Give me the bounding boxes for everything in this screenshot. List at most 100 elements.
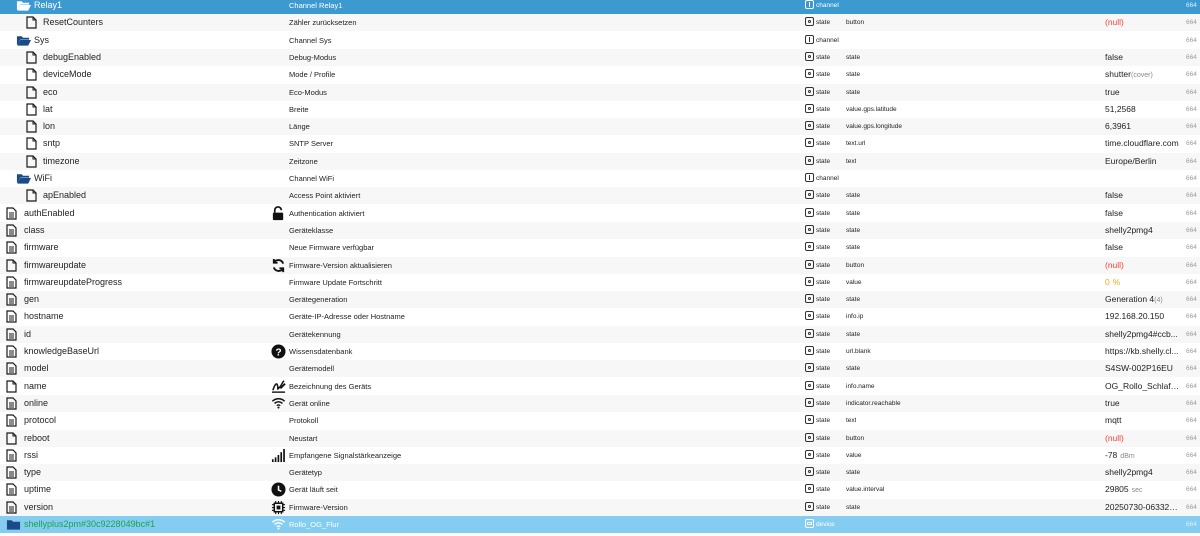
object-value[interactable]: false [1105, 239, 1181, 256]
tree-row[interactable]: Sys Channel Sys channel 664 [0, 32, 1200, 49]
object-acl: 664 [1186, 330, 1197, 338]
object-value[interactable]: shelly2pmg4#ccb... [1105, 326, 1181, 343]
state-type-icon [805, 346, 814, 355]
object-description: Bezeichnung des Geräts [289, 381, 372, 391]
tree-row[interactable]: name Bezeichnung des Geräts state info.name… [0, 378, 1200, 395]
object-value[interactable] [1105, 170, 1181, 187]
object-value[interactable]: Generation 4(4) [1105, 291, 1181, 308]
object-value[interactable]: Europe/Berlin [1105, 153, 1181, 170]
object-role: info.name [846, 382, 875, 390]
folder-icon[interactable] [6, 518, 21, 531]
object-name: online [24, 397, 49, 408]
object-value[interactable]: false [1105, 187, 1181, 204]
tree-row[interactable]: WiFi Channel WiFi channel 664 [0, 170, 1200, 187]
tree-row[interactable]: version Firmware-Version state state 2025073… [0, 498, 1200, 516]
object-acl: 664 [1186, 71, 1197, 79]
tree-row[interactable]: firmwareupdateProgress Firmware Update Fo… [0, 274, 1200, 291]
tree-row[interactable]: ResetCounters Zähler zurücksetzen state but… [0, 14, 1200, 32]
object-value[interactable]: shutter(cover) [1105, 66, 1181, 83]
object-value[interactable] [1105, 0, 1181, 14]
tree-row[interactable]: rssi Empfangene Signalstärkeanzeige state v… [0, 447, 1200, 464]
object-value[interactable]: time.cloudflare.com [1105, 135, 1181, 152]
object-value[interactable] [1105, 32, 1181, 49]
tree-row[interactable]: authEnabled Authentication aktiviert state… [0, 205, 1200, 222]
tree-row[interactable]: gen Gerätegeneration state state Generation … [0, 291, 1200, 309]
tree-row[interactable]: apEnabled Access Point aktiviert state stat… [0, 187, 1200, 205]
folder-icon[interactable] [16, 34, 31, 47]
tree-row[interactable]: online Gerät online state indicator.reachab… [0, 394, 1200, 412]
state-type-icon [805, 328, 814, 338]
object-type: state [816, 105, 831, 113]
object-value[interactable]: 192.168.20.150 [1105, 308, 1181, 325]
object-value[interactable]: 20250730-063320... [1105, 499, 1181, 516]
object-type: state [816, 244, 831, 252]
tree-row[interactable]: shellyplus2pm#30c9228049bc#1 Rollo_OG_Flu… [0, 516, 1200, 533]
object-value[interactable]: true [1105, 84, 1181, 101]
wifi-icon [271, 517, 286, 532]
tree-row[interactable]: Relay1 Channel Relay1 channel 664 [0, 0, 1200, 14]
folder-icon[interactable] [16, 0, 31, 12]
object-name: gen [24, 294, 40, 305]
tree-row[interactable]: deviceMode Mode / Profile state state shutte… [0, 66, 1200, 83]
tree-row[interactable]: lat Breite state value.gps.latitude 51,2568 6… [0, 101, 1200, 118]
tree-row[interactable]: lon Länge state value.gps.longitude 6,3961 66… [0, 118, 1200, 136]
object-value[interactable]: 29805 sec [1105, 481, 1181, 498]
object-value[interactable]: (null) [1105, 430, 1181, 447]
tree-row[interactable]: firmwareupdate Firmware-Version aktualisi… [0, 256, 1200, 274]
object-value[interactable]: (null) [1105, 14, 1181, 31]
wifi-icon [271, 396, 286, 411]
tree-row[interactable]: type Gerätetyp state state shelly2pmg4 664 [0, 464, 1200, 482]
object-name: id [24, 328, 32, 339]
object-value[interactable]: false [1105, 49, 1181, 66]
object-value[interactable] [1105, 516, 1181, 533]
object-role: button [846, 261, 865, 269]
tree-row[interactable]: eco Eco-Modus state state true 664 [0, 83, 1200, 101]
value-text: shutter [1105, 69, 1131, 80]
tree-row[interactable]: id Gerätekennung state state shelly2pmg4#ccb… [0, 325, 1200, 343]
state-type-icon [805, 242, 814, 252]
object-value[interactable]: mqtt [1105, 412, 1181, 429]
object-value[interactable]: shelly2pmg4 [1105, 222, 1181, 239]
object-value[interactable]: -78 dBm [1105, 447, 1181, 464]
object-role: info.ip [846, 313, 864, 321]
value-text: shelly2pmg4 [1105, 224, 1153, 235]
object-value[interactable]: S4SW-002P16EU [1105, 360, 1181, 377]
question-icon: ? [271, 344, 286, 359]
tree-row[interactable]: model Gerätemodell state state S4SW-002P16EU… [0, 360, 1200, 378]
object-acl: 664 [1186, 140, 1197, 148]
object-value[interactable]: (null) [1105, 257, 1181, 274]
tree-row[interactable]: hostname Geräte-IP-Adresse oder Hostname s… [0, 308, 1200, 325]
tree-row[interactable]: uptime Gerät läuft seit state value.interva… [0, 481, 1200, 498]
tree-row[interactable]: class Geräteklasse state state shelly2pmg4 66… [0, 221, 1200, 239]
object-role: text [846, 157, 857, 165]
tree-row[interactable]: timezone Zeitzone state text Europe/Berlin 66… [0, 152, 1200, 170]
object-role: state [846, 503, 861, 511]
state-type-icon [805, 501, 814, 511]
object-name: Relay1 [34, 0, 63, 10]
state-type-icon [805, 138, 814, 148]
object-value[interactable]: https://kb.shelly.cl... [1105, 343, 1181, 360]
object-acl: 664 [1186, 365, 1197, 373]
tree-row[interactable]: protocol Protokoll state text mqtt 664 [0, 412, 1200, 429]
value-text: false [1105, 207, 1123, 218]
object-value[interactable]: 51,2568 [1105, 101, 1181, 118]
value-text: false [1105, 190, 1123, 201]
tree-row[interactable]: debugEnabled Debug-Modus state state false 66… [0, 48, 1200, 66]
tree-row[interactable]: sntp SNTP Server state text.url time.cloudfl… [0, 135, 1200, 152]
object-value[interactable]: 6,3961 [1105, 118, 1181, 135]
state-type-icon [805, 69, 814, 79]
object-type: state [816, 451, 831, 459]
tree-row[interactable]: firmware Neue Firmware verfügbar state stat… [0, 239, 1200, 256]
object-value[interactable]: OG_Rollo_Schlafzi... [1105, 378, 1181, 395]
object-value[interactable]: shelly2pmg4 [1105, 464, 1181, 481]
object-description: SNTP Server [289, 139, 334, 149]
tree-row[interactable]: knowledgeBaseUrl? Wissensdatenbank state ur… [0, 343, 1200, 360]
object-value[interactable]: false [1105, 205, 1181, 222]
object-name: authEnabled [24, 207, 75, 218]
object-value[interactable]: 0% [1105, 274, 1181, 291]
object-acl: 664 [1186, 521, 1197, 528]
folder-icon[interactable] [16, 172, 31, 185]
state-type-icon [805, 224, 814, 234]
object-value[interactable]: true [1105, 395, 1181, 412]
tree-row[interactable]: reboot Neustart state button (null) 664 [0, 429, 1200, 447]
